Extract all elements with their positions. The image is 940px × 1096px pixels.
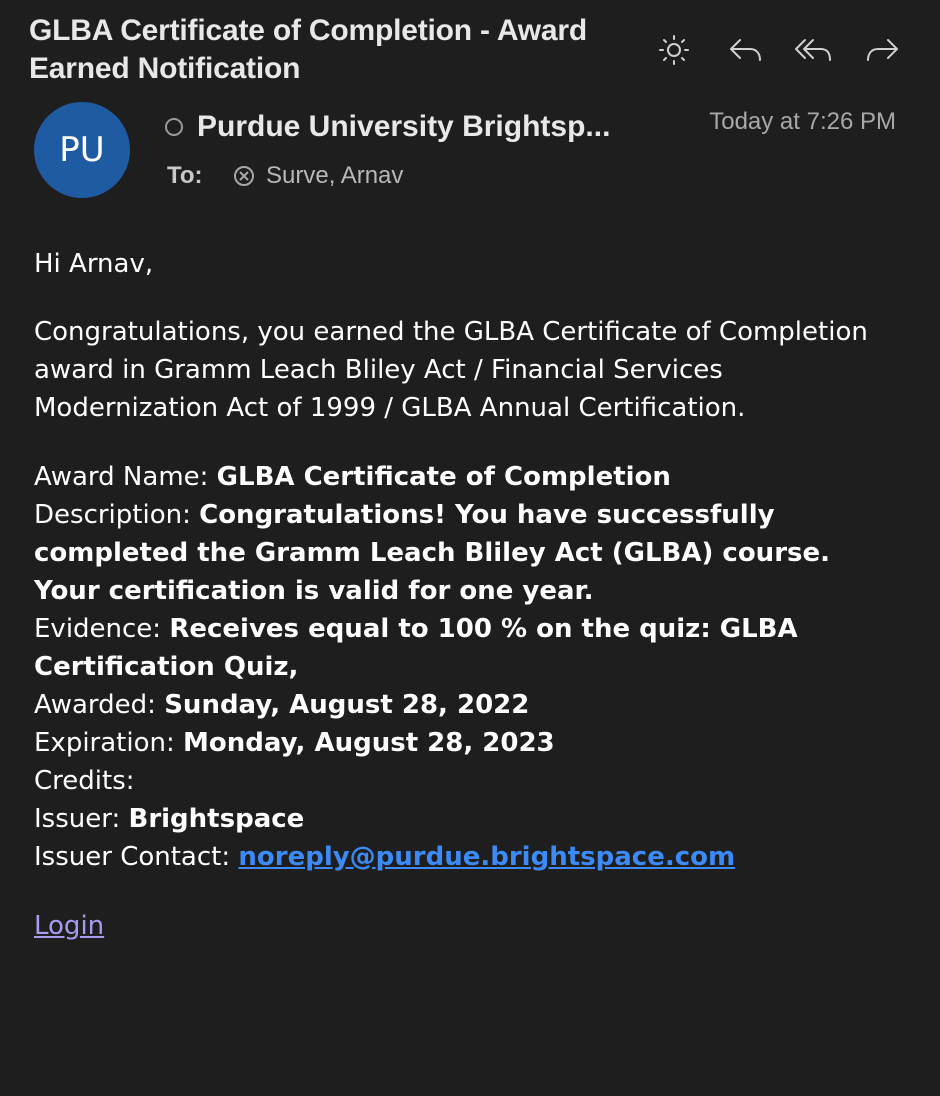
evidence-value: Certification Quiz, [34, 652, 299, 682]
message-date: Today at 7:26 PM [709, 108, 896, 135]
message-body: Hi Arnav, Congratulations, you earned th… [34, 245, 914, 945]
forward-icon [867, 39, 898, 61]
status-circle-icon [165, 118, 183, 136]
description-value: completed the Gramm Leach Bliley Act (GL… [34, 538, 830, 568]
paragraph-line: Modernization Act of 1999 / GLBA Annual … [34, 393, 746, 423]
description-label: Description: [34, 500, 191, 530]
award-details: Award Name: GLBA Certificate of Completi… [34, 458, 914, 876]
brightness-icon [659, 35, 689, 65]
issuer-label: Issuer: [34, 804, 121, 834]
evidence-value: Receives equal to 100 % on the quiz: GLB… [169, 614, 798, 644]
issuer-value: Brightspace [128, 804, 305, 834]
login-link[interactable]: Login [34, 911, 104, 941]
sender-name[interactable]: Purdue University Brightsp... [197, 108, 610, 146]
issuer-contact-email-link[interactable]: noreply@purdue.brightspace.com [238, 842, 735, 872]
awarded-value: Sunday, August 28, 2022 [164, 690, 530, 720]
credits-label: Credits: [34, 766, 135, 796]
awarded-label: Awarded: [34, 690, 156, 720]
description-value: Congratulations! You have successfully [199, 500, 775, 530]
email-subject: GLBA Certificate of Completion - Award E… [29, 14, 587, 85]
paragraph-line: award in Gramm Leach Bliley Act / Financ… [34, 355, 723, 385]
brightness-button[interactable] [652, 30, 696, 70]
reply-all-icon [795, 39, 831, 61]
description-value: Your certification is valid for one year… [34, 576, 594, 606]
reply-icon [730, 39, 761, 61]
expiration-label: Expiration: [34, 728, 175, 758]
recipient-name[interactable]: Surve, Arnav [266, 160, 403, 192]
forward-button[interactable] [860, 30, 904, 70]
sender-avatar: PU [34, 102, 130, 198]
to-label: To: [167, 162, 203, 189]
message-toolbar [650, 30, 910, 70]
issuer-contact-label: Issuer Contact: [34, 842, 231, 872]
congrats-paragraph: Congratulations, you earned the GLBA Cer… [34, 313, 914, 427]
reply-all-button[interactable] [792, 30, 836, 70]
remove-recipient-icon[interactable] [233, 165, 255, 187]
greeting: Hi Arnav, [34, 249, 154, 279]
award-name-label: Award Name: [34, 462, 209, 492]
expiration-value: Monday, August 28, 2023 [183, 728, 555, 758]
evidence-label: Evidence: [34, 614, 162, 644]
reply-button[interactable] [724, 30, 768, 70]
award-name-value: GLBA Certificate of Completion [216, 462, 671, 492]
paragraph-line: Congratulations, you earned the GLBA Cer… [34, 317, 868, 347]
